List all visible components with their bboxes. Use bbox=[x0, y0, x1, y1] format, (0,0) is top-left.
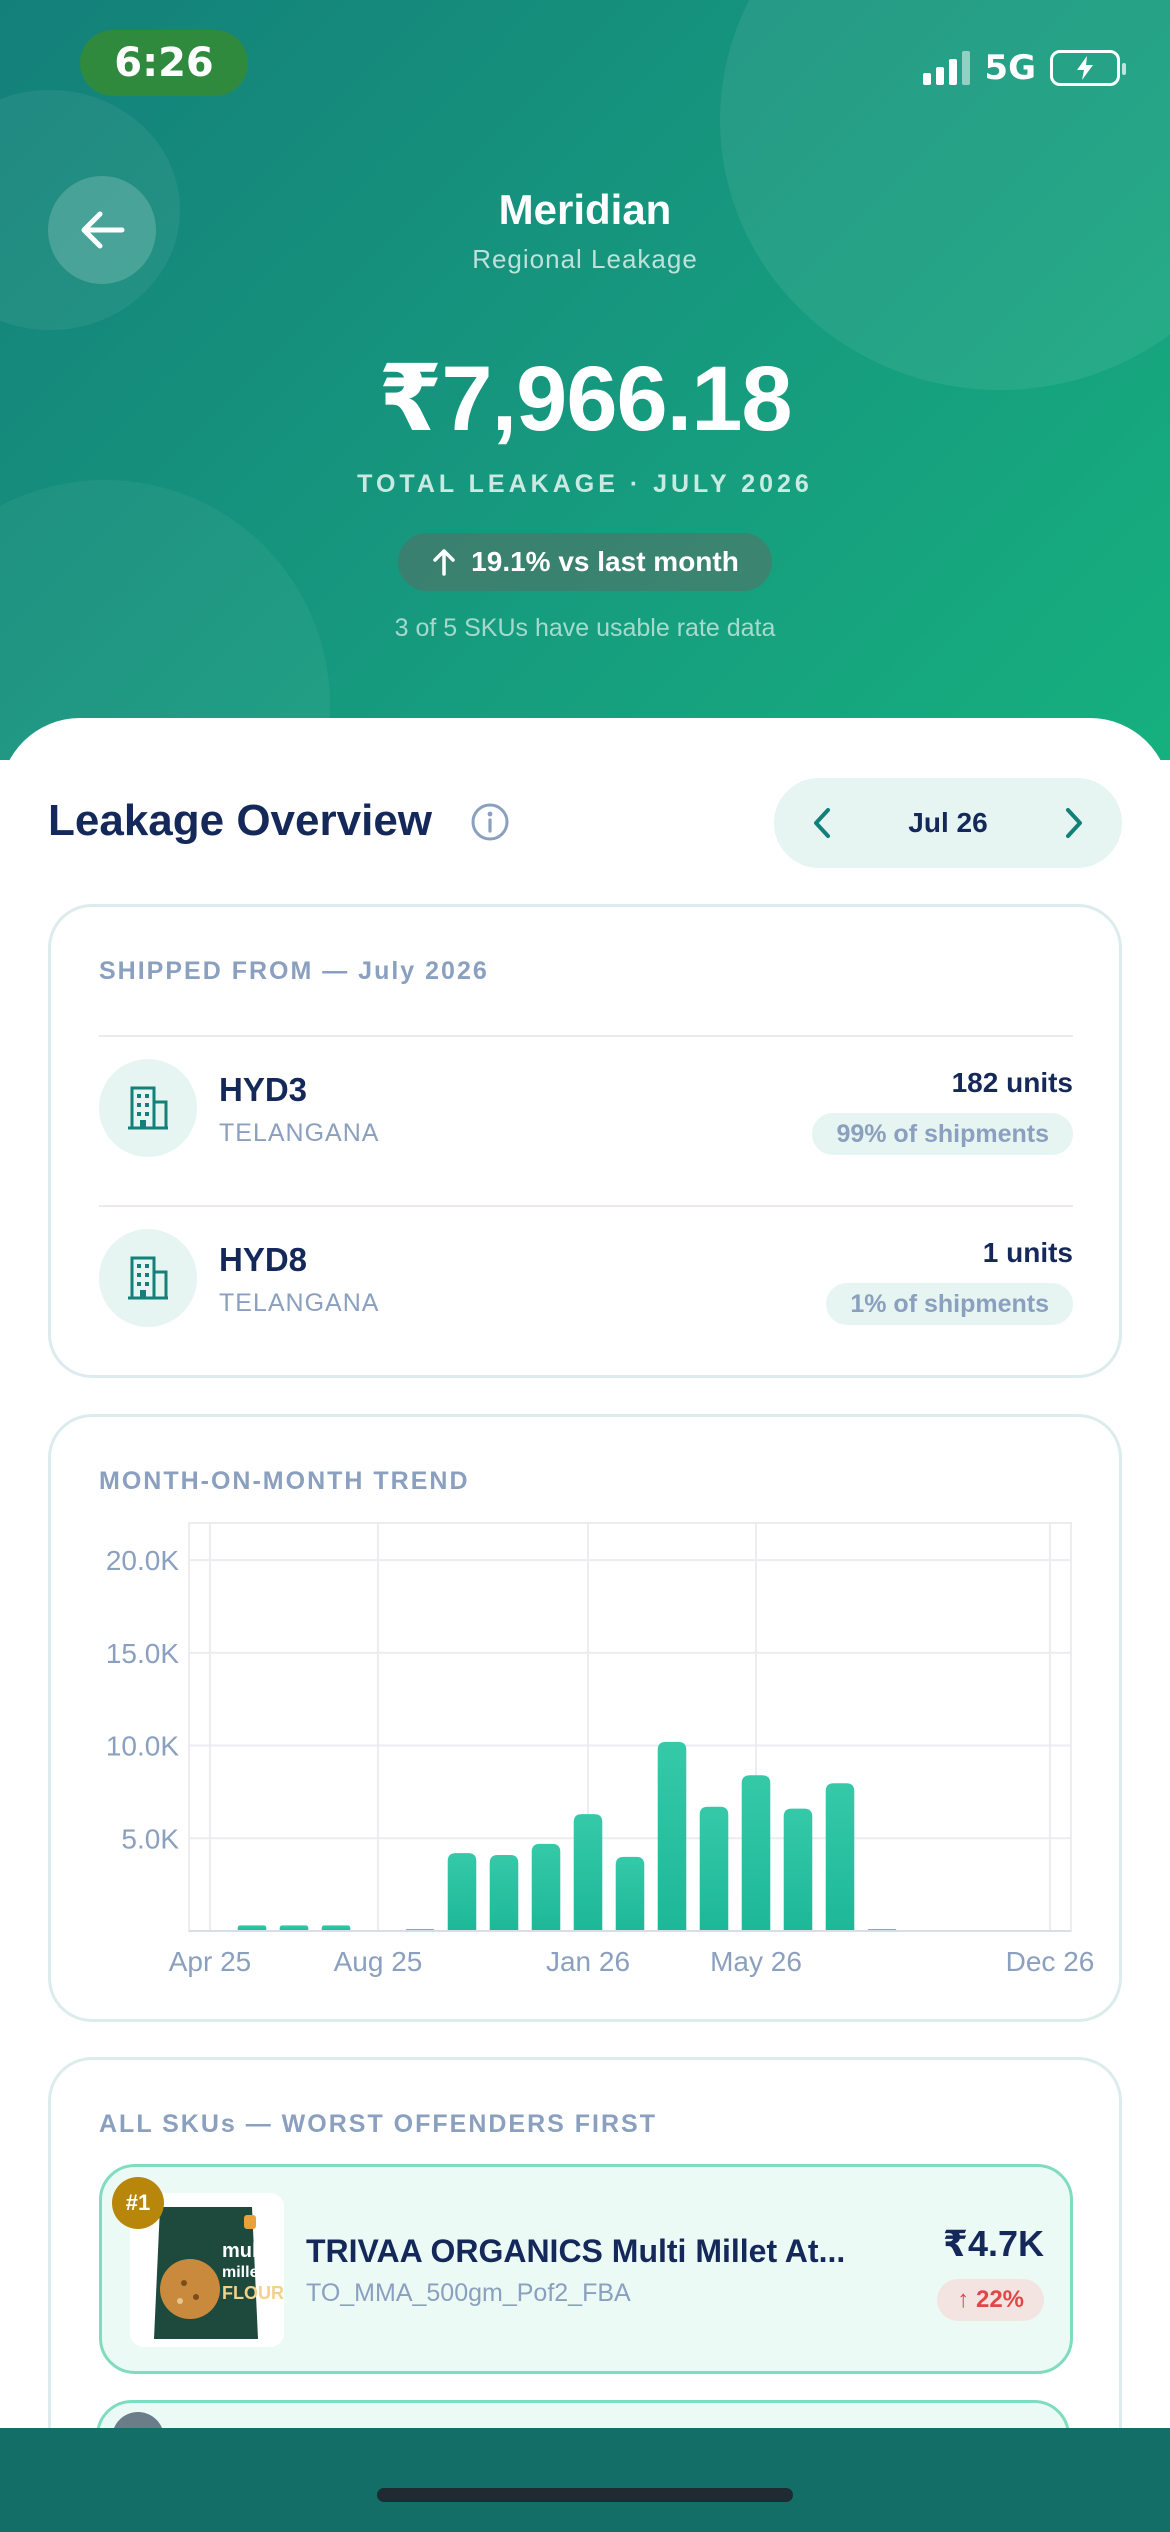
chevron-right-icon[interactable] bbox=[1062, 806, 1086, 840]
trend-bar bbox=[447, 1853, 477, 1931]
page-title: Meridian bbox=[498, 186, 672, 233]
total-leakage-label: TOTAL LEAKAGE · JULY 2026 bbox=[357, 470, 813, 498]
trend-bar bbox=[573, 1814, 603, 1931]
total-leakage-amount: ₹7,966.18 bbox=[378, 348, 792, 450]
bottom-bar bbox=[0, 2428, 1170, 2532]
chevron-left-icon[interactable] bbox=[810, 806, 834, 840]
trend-bar bbox=[489, 1854, 519, 1931]
home-indicator[interactable] bbox=[377, 2488, 793, 2502]
status-time: 6:26 bbox=[80, 30, 248, 96]
trend-bar bbox=[741, 1775, 771, 1931]
signal-icon bbox=[923, 51, 971, 85]
trend-bar bbox=[699, 1806, 729, 1931]
sku-coverage-note: 3 of 5 SKUs have usable rate data bbox=[394, 614, 776, 642]
warehouse-row[interactable]: HYD3 TELANGANA 182 units 99% of shipment… bbox=[99, 1035, 1073, 1195]
warehouse-units: 182 units bbox=[951, 1067, 1073, 1098]
warehouse-state: TELANGANA bbox=[219, 1119, 380, 1147]
y-tick-label: 5.0K bbox=[121, 1823, 179, 1854]
warehouse-row[interactable]: HYD8 TELANGANA 1 units 1% of shipments bbox=[99, 1205, 1073, 1365]
thumb-text: multi bbox=[222, 2240, 270, 2262]
warehouse-units: 1 units bbox=[982, 1237, 1073, 1268]
arrow-up-icon bbox=[433, 549, 455, 576]
warehouse-share-badge: 1% of shipments bbox=[826, 1283, 1073, 1325]
warehouse-code: HYD8 bbox=[219, 1241, 308, 1278]
status-indicators: 5G bbox=[923, 48, 1126, 88]
trend-bar bbox=[531, 1843, 561, 1931]
trend-bar bbox=[825, 1783, 855, 1931]
month-picker: Jul 26 bbox=[774, 778, 1122, 868]
rank-badge: #1 bbox=[112, 2177, 164, 2229]
section-title: Leakage Overview bbox=[48, 796, 433, 845]
selected-month: Jul 26 bbox=[908, 807, 988, 838]
change-badge: 19.1% vs last month bbox=[398, 533, 772, 591]
thumb-text: FLOUR bbox=[222, 2283, 284, 2303]
trend-bar bbox=[615, 1856, 645, 1931]
x-tick-label: Apr 25 bbox=[169, 1946, 252, 1977]
x-tick-label: Dec 26 bbox=[1006, 1946, 1095, 1977]
y-tick-label: 15.0K bbox=[106, 1638, 179, 1669]
thumb-text: millets bbox=[222, 2264, 273, 2281]
trend-bar bbox=[657, 1741, 687, 1931]
warehouse-share-badge: 99% of shipments bbox=[812, 1113, 1073, 1155]
building-icon bbox=[99, 1059, 197, 1157]
trend-card: MONTH-ON-MONTH TREND 5.0K 10.0K 15.0K 20.0K… bbox=[48, 1414, 1122, 2022]
warehouse-code: HYD3 bbox=[219, 1071, 308, 1108]
info-icon[interactable] bbox=[470, 802, 510, 847]
card-title: ALL SKUs — WORST OFFENDERS FIRST bbox=[99, 2110, 657, 2138]
change-text: 19.1% vs last month bbox=[471, 546, 739, 577]
warehouse-state: TELANGANA bbox=[219, 1289, 380, 1317]
trend-bar bbox=[783, 1808, 813, 1931]
y-tick-label: 20.0K bbox=[106, 1545, 179, 1576]
x-tick-label: Jan 26 bbox=[546, 1946, 630, 1977]
shipped-from-card: SHIPPED FROM — July 2026 HYD3 TELANGANA … bbox=[48, 904, 1122, 1378]
building-icon bbox=[99, 1229, 197, 1327]
x-tick-label: May 26 bbox=[710, 1946, 802, 1977]
card-title: SHIPPED FROM — July 2026 bbox=[99, 957, 489, 985]
sku-name: TRIVAA ORGANICS Multi Millet At... bbox=[306, 2233, 846, 2269]
trend-bar-chart: 5.0K 10.0K 15.0K 20.0K Apr 25 Aug 25 Jan 26 May… bbox=[106, 1522, 1095, 1977]
network-label: 5G bbox=[984, 48, 1036, 88]
battery-charging-icon bbox=[1050, 50, 1126, 86]
sku-item[interactable]: multi millets FLOUR #1 TRIVAA ORGANICS M… bbox=[99, 2164, 1073, 2374]
sku-change-badge: ↑ 22% bbox=[937, 2279, 1044, 2321]
x-tick-label: Aug 25 bbox=[334, 1946, 423, 1977]
page-subtitle: Regional Leakage bbox=[472, 244, 698, 274]
sku-leakage-amount: ₹4.7K bbox=[942, 2223, 1044, 2264]
y-tick-label: 10.0K bbox=[106, 1731, 179, 1762]
sku-code: TO_MMA_500gm_Pof2_FBA bbox=[306, 2279, 631, 2307]
